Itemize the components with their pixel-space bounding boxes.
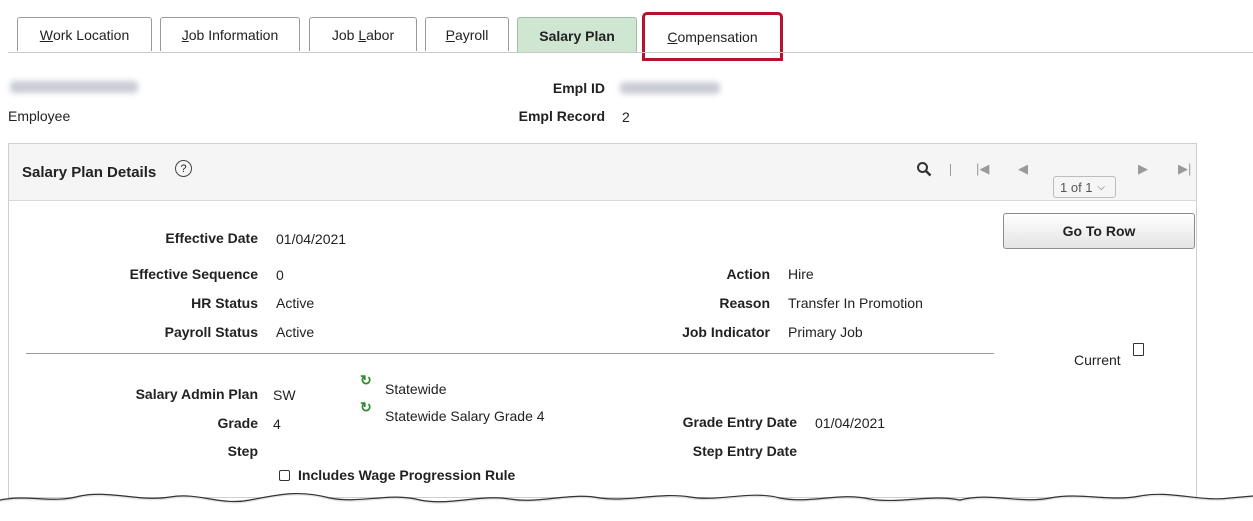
step-label: Step [227, 443, 258, 459]
action-value: Hire [788, 266, 814, 282]
effective-date-label: Effective Date [165, 230, 258, 246]
grade-value: 4 [273, 416, 281, 432]
refresh-icon[interactable]: ↻ [360, 372, 372, 389]
tab-job-labor[interactable]: Job Labor [309, 17, 417, 51]
tab-label: abor [366, 26, 395, 43]
job-indicator-value: Primary Job [788, 324, 863, 340]
tab-label-prefix: Job [331, 26, 359, 43]
empl-id-redacted [620, 82, 720, 94]
last-page-icon[interactable]: ▶| [1178, 161, 1191, 177]
search-icon[interactable] [916, 161, 932, 177]
wage-progression-checkbox[interactable] [279, 470, 290, 481]
tab-label: ob Information [188, 26, 279, 43]
first-page-icon[interactable]: |◀ [976, 161, 989, 177]
effective-date-value: 01/04/2021 [276, 231, 347, 247]
tab-payroll[interactable]: Payroll [425, 17, 509, 51]
previous-page-icon[interactable]: ◀ [1018, 161, 1028, 177]
toolbar-divider [950, 164, 951, 176]
action-label: Action [726, 266, 770, 282]
go-to-row-button[interactable]: Go To Row [1003, 213, 1195, 249]
row-selector[interactable]: 1 of 1 ⌵ [1053, 176, 1116, 198]
employee-type: Employee [8, 108, 71, 124]
tab-label: ork Location [52, 26, 130, 43]
current-label: Current [1074, 352, 1121, 368]
salary-admin-plan-label: Salary Admin Plan [135, 386, 258, 402]
section-divider [26, 353, 994, 354]
tab-label-initial: C [667, 29, 678, 45]
grade-label: Grade [217, 415, 258, 431]
tab-job-information[interactable]: Job Information [160, 17, 300, 51]
tab-label: Salary Plan [539, 27, 615, 44]
tab-label-initial: J [181, 26, 189, 43]
grade-entry-date-value: 01/04/2021 [815, 415, 886, 431]
section-title: Salary Plan Details [22, 164, 157, 181]
grade-description: Statewide Salary Grade 4 [385, 408, 545, 424]
tab-salary-plan[interactable]: Salary Plan [517, 17, 637, 53]
tab-label: ayroll [454, 26, 489, 43]
employee-name-redacted [10, 81, 138, 93]
tab-label-initial: W [39, 26, 53, 43]
tab-work-location[interactable]: Work Location [17, 17, 152, 51]
reason-label: Reason [719, 295, 770, 311]
empl-record-label: Empl Record [518, 108, 605, 124]
effective-sequence-label: Effective Sequence [129, 266, 258, 282]
payroll-status-label: Payroll Status [164, 324, 258, 340]
next-page-icon[interactable]: ▶ [1138, 161, 1148, 177]
help-circle-icon[interactable]: ? [175, 160, 192, 177]
tab-divider [8, 52, 1253, 53]
step-entry-date-label: Step Entry Date [692, 443, 797, 459]
tab-label: ompensation [677, 29, 758, 45]
job-indicator-label: Job Indicator [682, 324, 770, 340]
current-indicator-icon [1133, 343, 1144, 356]
salary-admin-plan-description: Statewide [385, 381, 447, 397]
reason-value: Transfer In Promotion [788, 295, 923, 311]
wage-progression-label: Includes Wage Progression Rule [298, 467, 516, 483]
row-selector-value: 1 of 1 [1060, 179, 1093, 195]
empl-id-label: Empl ID [552, 80, 605, 96]
effective-sequence-value: 0 [276, 267, 284, 283]
chevron-down-icon: ⌵ [1097, 181, 1106, 193]
tab-label-initial: L [358, 26, 367, 43]
grade-entry-date-label: Grade Entry Date [682, 414, 797, 430]
hr-status-label: HR Status [191, 295, 258, 311]
hr-status-value: Active [276, 295, 315, 311]
empl-record-value: 2 [622, 109, 630, 125]
refresh-icon[interactable]: ↻ [360, 399, 372, 416]
torn-edge-decoration [0, 492, 1253, 521]
payroll-status-value: Active [276, 324, 315, 340]
tab-label-initial: P [445, 26, 455, 43]
salary-admin-plan-value: SW [273, 387, 296, 403]
